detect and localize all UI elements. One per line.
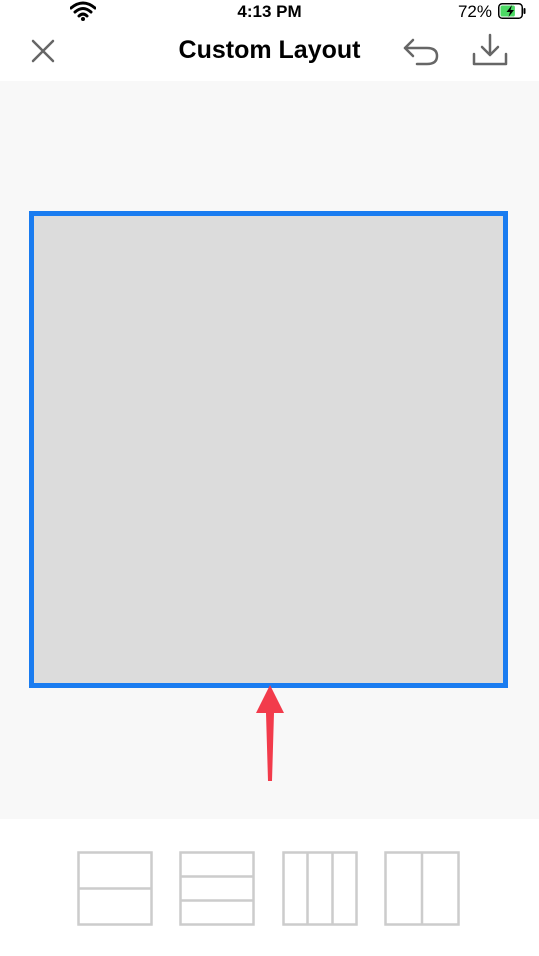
three-columns-icon [282, 851, 358, 926]
download-icon[interactable] [470, 32, 510, 70]
battery-percentage: 72% [457, 2, 492, 21]
layout-three-columns-button[interactable] [282, 851, 358, 926]
layout-two-columns-button[interactable] [384, 851, 460, 926]
close-icon[interactable] [26, 34, 60, 68]
layout-canvas [0, 81, 539, 819]
page-title: Custom Layout [178, 36, 361, 64]
status-bar: 4:13 PM 72% [0, 0, 539, 24]
three-rows-icon [179, 851, 255, 926]
two-columns-icon [384, 851, 460, 926]
annotation-arrow [256, 685, 284, 781]
nav-bar: Custom Layout [0, 24, 539, 81]
undo-icon[interactable] [400, 34, 442, 68]
battery-charging-icon [498, 3, 526, 19]
selected-layout-cell[interactable] [29, 211, 508, 688]
two-rows-icon [77, 851, 153, 926]
layout-picker [0, 819, 539, 956]
layout-three-rows-button[interactable] [179, 851, 255, 926]
layout-two-rows-button[interactable] [77, 851, 153, 926]
